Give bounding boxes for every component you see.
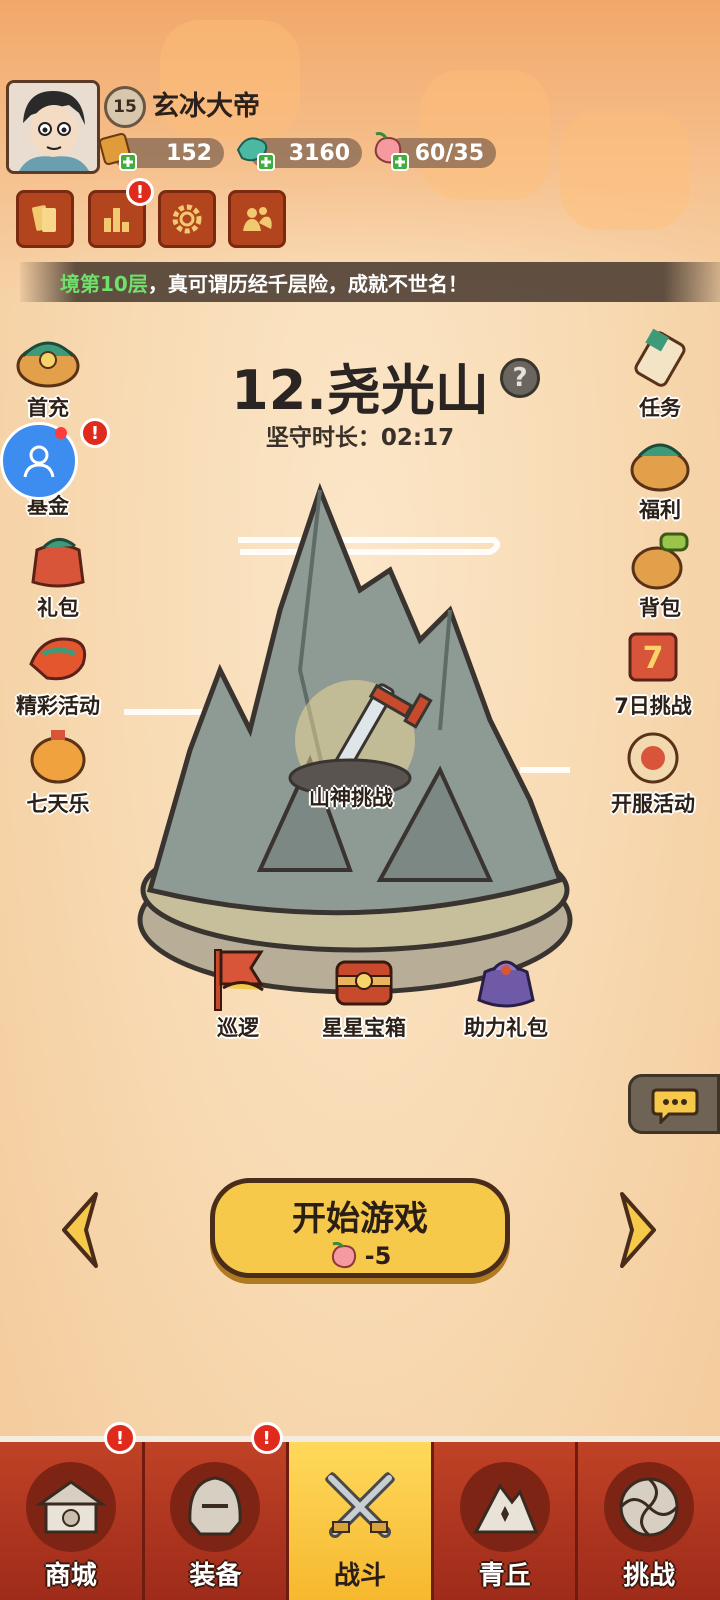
backpack-button[interactable]: 背包 xyxy=(612,526,708,622)
friends-button[interactable] xyxy=(228,190,286,248)
challenge-scroll-icon: 7 xyxy=(628,632,678,682)
tab-challenge-label: 挑战 xyxy=(623,1561,676,1591)
help-button[interactable]: ? xyxy=(500,358,540,398)
mountain-icon xyxy=(459,1462,550,1552)
hold-duration: 坚守时长：02:17 xyxy=(0,418,720,452)
welfare-label: 福利 xyxy=(639,498,681,522)
crossed-swords-icon xyxy=(324,1472,395,1538)
player-name: 玄冰大帝 xyxy=(152,91,260,122)
backpack-icon xyxy=(631,532,689,590)
announcement-banner: 境第10层 ，真可谓历经千层险，成就不世名！ xyxy=(20,262,720,302)
star-chest-icon xyxy=(335,960,393,1006)
settings-button[interactable] xyxy=(158,190,216,248)
server-event-label: 开服活动 xyxy=(611,792,695,816)
star-chest-button[interactable]: 星星宝箱 xyxy=(304,946,424,1042)
cards-icon xyxy=(32,205,56,232)
seven-days-button[interactable]: 七天乐 xyxy=(10,722,106,818)
jade-add-icon[interactable] xyxy=(234,130,276,172)
tab-battle-label: 战斗 xyxy=(333,1561,386,1591)
dragon-icon xyxy=(29,637,87,681)
tab-qingqiu-label: 青丘 xyxy=(478,1561,531,1591)
tab-equipment-alert: ! xyxy=(250,1422,283,1454)
stamina-value: 60/35 xyxy=(414,140,484,166)
ranking-icon xyxy=(104,208,129,232)
level-badge: 15 xyxy=(104,86,146,128)
tab-shop-label: 商城 xyxy=(44,1561,97,1591)
helmet-icon xyxy=(170,1462,261,1552)
peach-add-icon[interactable] xyxy=(368,130,410,172)
seven-days-label: 七天乐 xyxy=(26,792,90,816)
stage-title: 12.尧光山 xyxy=(231,359,489,422)
boss-challenge-label[interactable]: 山神挑战 xyxy=(296,782,406,812)
jade-value: 3160 xyxy=(288,140,350,166)
patrol-label: 巡逻 xyxy=(217,1016,259,1040)
backpack-label: 背包 xyxy=(639,596,681,620)
chat-button[interactable] xyxy=(628,1074,720,1134)
mountain-island-illustration[interactable] xyxy=(120,470,590,1010)
tab-equipment-label: 装备 xyxy=(189,1561,242,1591)
friends-icon xyxy=(243,207,272,231)
banner-highlight: 境第10层 xyxy=(60,271,148,296)
cards-button[interactable] xyxy=(16,190,74,248)
lantern-decoration xyxy=(420,70,550,200)
tab-battle[interactable]: 战斗 xyxy=(289,1442,434,1600)
next-stage-arrow[interactable] xyxy=(612,1190,662,1270)
start-cost: -5 xyxy=(329,1242,392,1270)
challenge-orb-icon xyxy=(604,1462,695,1552)
shop-icon xyxy=(25,1462,116,1552)
lantern-icon xyxy=(30,730,86,784)
patrol-flag-icon xyxy=(214,949,264,1011)
gift-bag-icon xyxy=(31,538,85,588)
start-game-button[interactable]: 开始游戏 -5 xyxy=(210,1178,510,1278)
gift-pack-button[interactable]: 礼包 xyxy=(10,526,106,622)
tab-qingqiu[interactable]: 青丘 xyxy=(433,1442,579,1600)
chat-bubble-icon xyxy=(651,1088,699,1124)
banner-text: ，真可谓历经千层险，成就不世名！ xyxy=(147,271,468,296)
ticket-add-icon[interactable] xyxy=(96,130,138,172)
peach-icon xyxy=(331,1242,356,1269)
duration-label: 坚守时长： xyxy=(265,425,381,451)
bottom-tab-bar: 商城 ! 装备 ! 战斗 青丘 挑战 xyxy=(0,1422,720,1600)
events-button[interactable]: 精彩活动 xyxy=(10,624,106,720)
svg-text:7: 7 xyxy=(643,641,664,676)
events-label: 精彩活动 xyxy=(16,694,100,718)
tab-equipment[interactable]: 装备 ! xyxy=(144,1422,290,1600)
ranking-alert-badge: ! xyxy=(126,178,154,206)
star-chest-label: 星星宝箱 xyxy=(322,1016,406,1040)
tickets-value: 152 xyxy=(166,140,212,166)
lantern-decoration xyxy=(560,110,690,230)
patrol-button[interactable]: 巡逻 xyxy=(188,946,288,1042)
assist-gift-label: 助力礼包 xyxy=(464,1016,548,1040)
duration-value: 02:17 xyxy=(380,425,455,451)
player-avatar[interactable] xyxy=(6,80,100,174)
gear-icon xyxy=(172,204,202,234)
tab-shop[interactable]: 商城 ! xyxy=(0,1422,145,1600)
gift-pack-label: 礼包 xyxy=(37,596,79,620)
start-game-label: 开始游戏 xyxy=(292,1199,428,1239)
start-cost-value: -5 xyxy=(364,1242,392,1270)
tab-challenge[interactable]: 挑战 xyxy=(578,1442,720,1600)
server-event-icon xyxy=(627,732,679,784)
previous-stage-arrow[interactable] xyxy=(56,1190,106,1270)
seven-day-challenge-button[interactable]: 7 7日挑战 xyxy=(598,624,708,720)
tab-shop-alert: ! xyxy=(104,1422,136,1454)
seven-day-challenge-label: 7日挑战 xyxy=(614,694,692,718)
server-event-button[interactable]: 开服活动 xyxy=(598,722,708,818)
purple-bag-icon xyxy=(477,960,535,1008)
assist-gift-button[interactable]: 助力礼包 xyxy=(446,946,566,1042)
